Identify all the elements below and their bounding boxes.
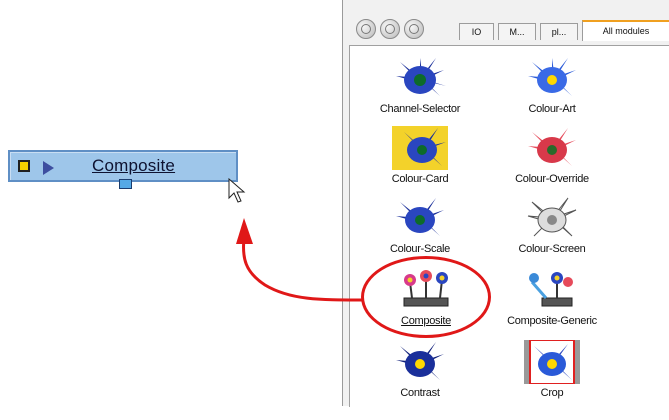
- annotation-arrow: [236, 218, 363, 302]
